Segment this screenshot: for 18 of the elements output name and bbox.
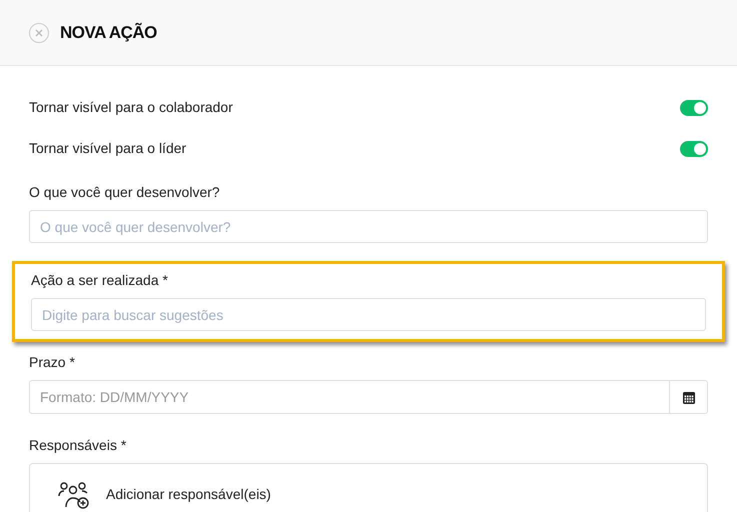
toggle-switch[interactable]: [680, 100, 708, 116]
field-label: O que você quer desenvolver?: [29, 183, 221, 202]
field-label: Responsáveis *: [29, 436, 128, 455]
toggle-label: Tornar visível para o colaborador: [29, 98, 233, 117]
input-field[interactable]: Digite para buscar sugestões: [31, 298, 706, 331]
close-icon: [35, 28, 43, 36]
field-label: Ação a ser realizada *: [31, 271, 169, 290]
date-field[interactable]: Formato: DD/MM/YYYY: [29, 380, 670, 414]
calendar-icon: [682, 390, 694, 404]
add-responsible-button[interactable]: Adicionar responsável(eis): [29, 463, 708, 512]
toggle-label: Tornar visível para o líder: [29, 139, 186, 158]
field-label: Prazo *: [29, 353, 76, 372]
calendar-button[interactable]: [670, 380, 708, 414]
window-title: NOVA AÇÃO: [60, 22, 157, 44]
input-field[interactable]: O que você quer desenvolver?: [29, 210, 708, 243]
close-button[interactable]: [29, 22, 49, 42]
toggle-switch[interactable]: [680, 140, 708, 156]
people-add-icon: [58, 480, 90, 508]
